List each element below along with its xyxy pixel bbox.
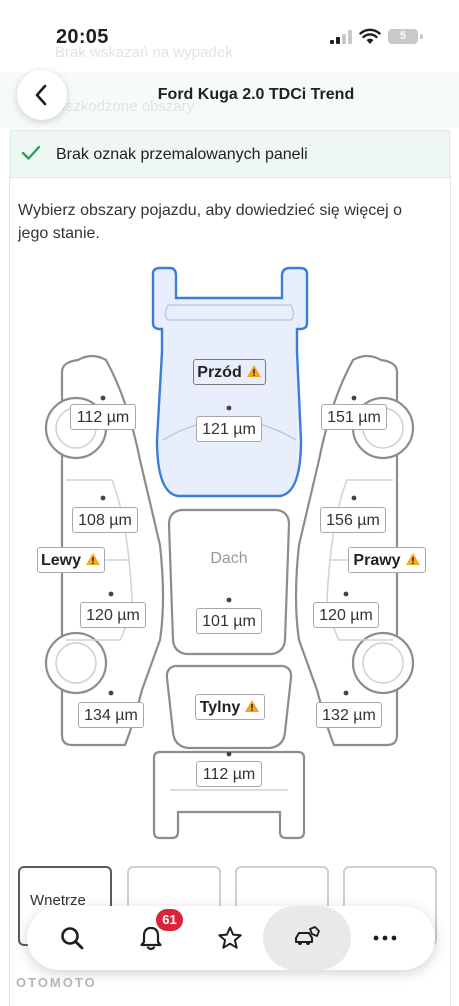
measurement-dot	[100, 495, 106, 501]
warning-icon	[86, 553, 100, 566]
measurement-right-rear-door: 120 µm	[313, 602, 379, 628]
area-label-rear[interactable]: Tylny	[195, 694, 265, 720]
measurement-roof: 101 µm	[196, 608, 262, 634]
car-tag-icon	[295, 926, 320, 945]
measurement-left-front-fender: 112 µm	[70, 404, 136, 430]
measurement-left-rear-door: 120 µm	[80, 602, 146, 628]
measurement-front-hood: 121 µm	[196, 416, 262, 442]
measurement-right-rear-quarter: 132 µm	[316, 702, 382, 728]
nav-my-car-button[interactable]	[263, 906, 351, 970]
measurement-dot	[108, 690, 114, 696]
warning-icon	[246, 365, 261, 378]
measurement-dot	[226, 751, 232, 757]
measurement-dot	[351, 495, 357, 501]
nav-favorites-button[interactable]	[190, 906, 270, 970]
search-icon	[61, 927, 84, 950]
measurement-left-front-door: 108 µm	[72, 507, 138, 533]
area-label-text: Tylny	[199, 699, 241, 716]
measurement-dot	[351, 395, 357, 401]
measurement-left-rear-quarter: 134 µm	[78, 702, 144, 728]
measurement-dot	[108, 591, 114, 597]
measurement-right-front-fender: 151 µm	[321, 404, 387, 430]
nav-search-button[interactable]	[32, 906, 112, 970]
star-icon	[218, 926, 242, 949]
area-label-right[interactable]: Prawy	[348, 547, 426, 573]
measurement-dot	[226, 597, 232, 603]
bottom-nav	[27, 906, 435, 970]
measurement-dot	[100, 395, 106, 401]
area-label-roof[interactable]: Dach	[203, 546, 255, 572]
warning-icon	[405, 553, 420, 566]
more-icon	[373, 935, 397, 941]
area-label-left[interactable]: Lewy	[37, 547, 105, 573]
area-label-text: Prawy	[353, 552, 401, 569]
otomoto-watermark: OTOMOTO	[16, 975, 97, 990]
area-label-text: Lewy	[40, 552, 81, 569]
measurement-dot	[343, 690, 349, 696]
area-label-front[interactable]: Przód	[193, 359, 266, 385]
measurement-dot	[226, 405, 232, 411]
nav-more-button[interactable]	[345, 906, 425, 970]
measurement-right-front-door: 156 µm	[320, 507, 386, 533]
measurement-rear-bumper: 112 µm	[196, 761, 262, 787]
measurement-dot	[343, 591, 349, 597]
area-label-text: Przód	[197, 364, 242, 381]
notifications-badge: 61	[156, 909, 183, 931]
warning-icon	[245, 700, 260, 713]
